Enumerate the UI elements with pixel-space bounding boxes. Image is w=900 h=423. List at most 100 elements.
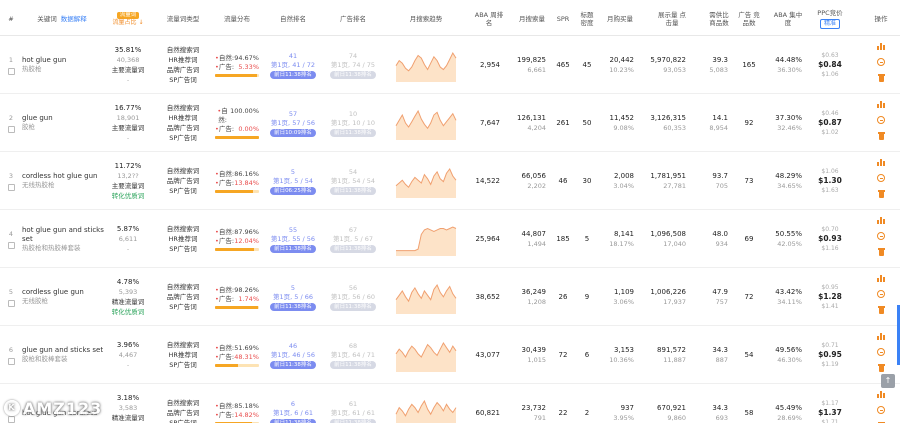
organic-rank-value[interactable]: 6 bbox=[291, 400, 295, 409]
table-row: 5 cordless glue gun 无线胶枪 4.78% 5,393 精准流量词 转化优… bbox=[0, 268, 900, 326]
trend-sparkline[interactable] bbox=[395, 337, 457, 373]
keyword-text[interactable]: cordless glue gun bbox=[22, 288, 104, 297]
aba-concentration-sub: 36.30% bbox=[777, 66, 802, 74]
chart-icon-button[interactable] bbox=[876, 216, 886, 228]
remove-icon-button[interactable] bbox=[876, 232, 886, 244]
keyword-text[interactable]: glue gun and sticks set bbox=[22, 346, 104, 355]
keyword-text[interactable]: hot glue gun bbox=[22, 56, 104, 65]
monthly-search-value: 30,439 bbox=[521, 346, 547, 354]
ad-rank-value[interactable]: 54 bbox=[349, 168, 357, 177]
chart-icon-button[interactable] bbox=[876, 158, 886, 170]
trend-sparkline[interactable] bbox=[395, 47, 457, 83]
trend-sparkline[interactable] bbox=[395, 163, 457, 199]
remove-icon-button[interactable] bbox=[876, 58, 886, 70]
ad-label-text: 广告: bbox=[218, 294, 235, 303]
ad-label: •广告: bbox=[215, 179, 234, 188]
keyword-text[interactable]: hot glue gun and sticks set bbox=[22, 226, 104, 244]
type-label: 自然搜索词 bbox=[166, 46, 200, 54]
keyword-translation: 无线热胶枪 bbox=[22, 181, 55, 189]
delete-icon-button[interactable] bbox=[876, 132, 886, 144]
keyword-text[interactable]: cordless hot glue gun bbox=[22, 172, 104, 181]
watermark: K AMZ123 bbox=[4, 397, 102, 419]
up-arrow-icon[interactable]: ↑ bbox=[881, 374, 895, 388]
organic-rank-value[interactable]: 55 bbox=[289, 226, 297, 235]
type-label: 品牌广告词 bbox=[166, 124, 200, 132]
distribution-cell: •自然: 86.16% •广告: 13.84% bbox=[214, 152, 260, 210]
row-checkbox[interactable] bbox=[7, 126, 15, 133]
delete-icon-button[interactable] bbox=[876, 306, 886, 318]
type-cell: 自然搜索词 品牌广告词 SP广告词 bbox=[160, 384, 206, 423]
row-checkbox[interactable] bbox=[7, 242, 15, 249]
impressions-value: 891,572 bbox=[657, 346, 686, 354]
remove-icon-button[interactable] bbox=[876, 290, 886, 302]
row-checkbox[interactable] bbox=[7, 68, 15, 75]
monthly-search: 199,825 6,661 bbox=[512, 36, 546, 94]
bar-chart-icon-bar bbox=[883, 45, 885, 50]
header-index: # bbox=[8, 15, 14, 23]
chart-icon-button[interactable] bbox=[876, 100, 886, 112]
row-checkbox[interactable] bbox=[7, 184, 15, 191]
delete-icon-button[interactable] bbox=[876, 190, 886, 202]
ad-rank-value[interactable]: 68 bbox=[349, 342, 357, 351]
organic-value: 100.00% bbox=[230, 107, 259, 115]
remove-icon-button[interactable] bbox=[876, 348, 886, 360]
delete-icon-button[interactable] bbox=[876, 248, 886, 260]
distribution-cell: •自然: 85.18% •广告: 14.82% bbox=[214, 384, 260, 423]
monthly-buy-value: 2,008 bbox=[613, 172, 634, 180]
ad-rank-value[interactable]: 74 bbox=[349, 52, 357, 61]
flow-share-percent: 11.72% bbox=[114, 162, 142, 170]
aba-rank: 14,522 bbox=[470, 152, 501, 210]
ppc-high: $1.06 bbox=[821, 71, 839, 78]
ad-rank-value[interactable]: 61 bbox=[349, 400, 357, 409]
distribution-cell: •自然: 98.26% •广告: 1.74% bbox=[214, 268, 260, 326]
ad-value: 5.33% bbox=[238, 62, 259, 71]
monthly-search: 66,056 2,202 bbox=[512, 152, 547, 210]
ad-label: •广告: bbox=[215, 353, 234, 362]
organic-rank-value[interactable]: 5 bbox=[291, 284, 295, 293]
chart-icon-button[interactable] bbox=[876, 390, 886, 402]
chart-icon-button[interactable] bbox=[876, 42, 886, 54]
ad-rank-page: 第1页, 5 / 67 bbox=[333, 234, 373, 243]
type-label: HR推荐词 bbox=[168, 56, 198, 64]
keyword-translation: 胶枪和胶棒套装 bbox=[22, 355, 68, 363]
organic-rank-value[interactable]: 57 bbox=[289, 110, 297, 119]
delete-icon-button[interactable] bbox=[876, 74, 886, 86]
bar-chart-icon bbox=[877, 42, 885, 50]
ppc-match-select[interactable]: 精准 bbox=[819, 19, 840, 29]
organic-rank-value[interactable]: 5 bbox=[291, 168, 295, 177]
title-density-value: 45 bbox=[582, 61, 592, 69]
remove-icon-button[interactable] bbox=[876, 174, 886, 186]
remove-icon-button[interactable] bbox=[876, 116, 886, 128]
trend-sparkline[interactable] bbox=[395, 105, 457, 141]
goods-ratio: 14.1 8,954 bbox=[700, 94, 728, 152]
header-ad-goods: 广告 竞品数 bbox=[738, 11, 760, 27]
data-explain-link[interactable]: 数据解释 bbox=[61, 15, 87, 23]
monthly-search-value: 199,825 bbox=[517, 56, 546, 64]
ad-share: •广告: 1.74% bbox=[215, 295, 259, 304]
chart-icon-button[interactable] bbox=[876, 332, 886, 344]
ad-rank-value[interactable]: 56 bbox=[349, 284, 357, 293]
organic-rank-time: 前日06:25排名 bbox=[270, 186, 316, 195]
organic-rank-value[interactable]: 46 bbox=[289, 342, 297, 351]
keyword-text[interactable]: glue gun bbox=[22, 114, 104, 123]
ad-rank-value[interactable]: 10 bbox=[349, 110, 357, 119]
organic-rank-time: 前日11:38排名 bbox=[270, 70, 316, 79]
aba-concentration: 44.48% 36.30% bbox=[770, 36, 802, 94]
trend-sparkline[interactable] bbox=[395, 221, 457, 257]
organic-value: 85.18% bbox=[234, 401, 259, 410]
trend-sparkline[interactable] bbox=[395, 395, 457, 423]
monthly-search-sub: 4,204 bbox=[527, 124, 546, 132]
organic-label-text: 自然: bbox=[218, 53, 235, 62]
ad-label-text: 广告: bbox=[218, 125, 235, 133]
remove-icon-button[interactable] bbox=[876, 406, 886, 418]
aba-rank: 7,647 bbox=[470, 94, 500, 152]
header-flow-share[interactable]: 流量词 流量占比 ↓ bbox=[105, 4, 151, 34]
goods-ratio-sub: 8,954 bbox=[709, 124, 728, 132]
organic-rank-value[interactable]: 41 bbox=[289, 52, 297, 61]
row-checkbox[interactable] bbox=[7, 358, 15, 365]
flow-share-extra: - bbox=[126, 245, 130, 253]
trend-sparkline[interactable] bbox=[395, 279, 457, 315]
chart-icon-button[interactable] bbox=[876, 274, 886, 286]
ad-rank-value[interactable]: 67 bbox=[349, 226, 357, 235]
row-checkbox[interactable] bbox=[7, 300, 15, 307]
